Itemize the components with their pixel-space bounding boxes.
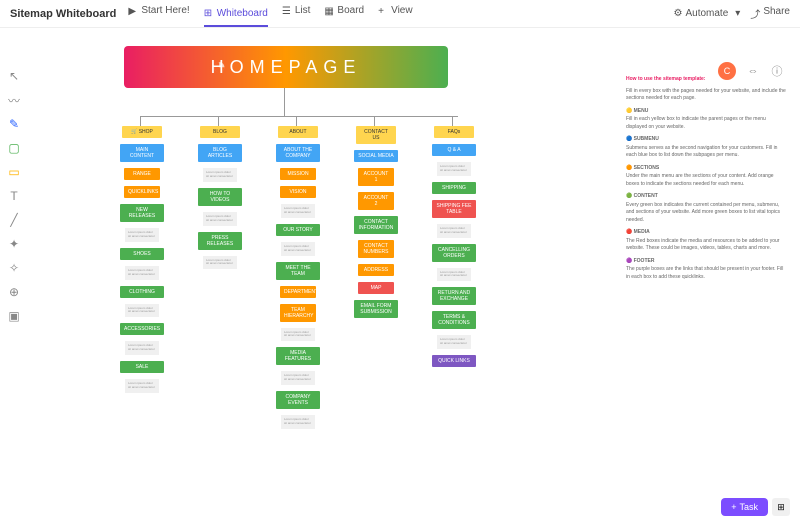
frame-tool[interactable]: ✧: [6, 260, 22, 276]
shop-new[interactable]: NEW RELEASES: [120, 204, 164, 222]
about-team[interactable]: MEET THE TEAM: [276, 262, 320, 280]
note: Lorem ipsum dolor sit amet consectetur: [281, 371, 315, 385]
contact-info[interactable]: CONTACT INFORMATION: [354, 216, 398, 234]
about-vision[interactable]: VISION: [280, 186, 316, 198]
note: Lorem ipsum dolor sit amet consectetur: [437, 335, 471, 349]
tab-whiteboard[interactable]: ⊞Whiteboard: [204, 8, 268, 27]
note: Lorem ipsum dolor sit amet consectetur: [125, 341, 159, 355]
tab-start[interactable]: ▶Start Here!: [128, 5, 189, 22]
shop-clothing[interactable]: CLOTHING: [120, 286, 164, 298]
note: Lorem ipsum dolor sit amet consectetur: [281, 204, 315, 218]
fit-icon[interactable]: ⇔: [744, 62, 762, 80]
share-button[interactable]: ⤴Share: [750, 6, 790, 21]
contact-map[interactable]: MAP: [358, 282, 394, 294]
web-tool[interactable]: ⊕: [6, 284, 22, 300]
info-icon[interactable]: ⓘ: [768, 62, 786, 80]
shop-quicklinks[interactable]: QUICKLINKS: [124, 186, 160, 198]
about-dept[interactable]: DEPARTMENTS: [280, 286, 316, 298]
faq-return[interactable]: RETURN AND EXCHANGE: [432, 287, 476, 305]
shape-tool[interactable]: ▢: [6, 140, 22, 156]
text-tool[interactable]: T: [6, 188, 22, 204]
sticky-tool[interactable]: ▭: [6, 164, 22, 180]
about-story[interactable]: OUR STORY: [276, 224, 320, 236]
contact-email[interactable]: EMAIL FORM SUBMISSION: [354, 300, 398, 318]
sub-shop[interactable]: MAIN CONTENT: [120, 144, 164, 162]
note: Lorem ipsum dolor sit amet consectetur: [281, 242, 315, 256]
contact-a2[interactable]: ACCOUNT 2: [358, 192, 394, 210]
cursor-tool[interactable]: ↖: [6, 68, 22, 84]
about-mission[interactable]: MISSION: [280, 168, 316, 180]
shop-acc[interactable]: ACCESSORIES: [120, 323, 164, 335]
image-tool[interactable]: ▣: [6, 308, 22, 324]
note: Lorem ipsum dolor sit amet consectetur: [125, 304, 159, 318]
contact-num[interactable]: CONTACT NUMBERS: [358, 240, 394, 258]
user-avatar[interactable]: C: [718, 62, 736, 80]
menu-about[interactable]: ABOUT: [278, 126, 318, 138]
shop-sale[interactable]: SALE: [120, 361, 164, 373]
faq-terms[interactable]: TERMS & CONDITIONS: [432, 311, 476, 329]
note: Lorem ipsum dolor sit amet consectetur: [125, 228, 159, 242]
faq-quick[interactable]: QUICK LINKS: [432, 355, 476, 367]
automate-button[interactable]: ⚙Automate▾: [674, 8, 741, 19]
whiteboard-canvas[interactable]: HOMEPAGE 🛒 SHOP MAIN CONTENT RANGE QUICK…: [28, 28, 800, 526]
about-media[interactable]: MEDIA FEATURES: [276, 347, 320, 365]
menu-faqs[interactable]: FAQs: [434, 126, 474, 138]
menu-contact[interactable]: CONTACT US: [356, 126, 396, 144]
legend-panel: How to use the sitemap template: Fill in…: [626, 76, 788, 286]
task-button[interactable]: +Task: [721, 498, 768, 516]
note: Lorem ipsum dolor sit amet consectetur: [203, 212, 237, 226]
blog-press[interactable]: PRESS RELEASES: [198, 232, 242, 250]
note: Lorem ipsum dolor sit amet consectetur: [203, 168, 237, 182]
tab-board[interactable]: ▦Board: [324, 5, 364, 22]
faq-cancel[interactable]: CANCELLING ORDERS: [432, 244, 476, 262]
blog-howto[interactable]: HOW TO VIDEOS: [198, 188, 242, 206]
note: Lorem ipsum dolor sit amet consectetur: [437, 224, 471, 238]
sub-blog[interactable]: BLOG ARTICLES: [198, 144, 242, 162]
note: Lorem ipsum dolor sit amet consectetur: [125, 379, 159, 393]
sub-about[interactable]: ABOUT THE COMPANY: [276, 144, 320, 162]
sub-faqs[interactable]: Q & A: [432, 144, 476, 156]
note: Lorem ipsum dolor sit amet consectetur: [281, 415, 315, 429]
pen-tool[interactable]: ✎: [6, 116, 22, 132]
sub-contact[interactable]: SOCIAL MEDIA: [354, 150, 398, 162]
connector-tool[interactable]: ╱: [6, 212, 22, 228]
about-hier[interactable]: TEAM HIERARCHY: [280, 304, 316, 322]
faq-shiptable[interactable]: SHIPPING FEE TABLE: [432, 200, 476, 218]
apps-button[interactable]: ⊞: [772, 498, 790, 516]
note: Lorem ipsum dolor sit amet consectetur: [125, 266, 159, 280]
shop-shoes[interactable]: SHOES: [120, 248, 164, 260]
contact-a1[interactable]: ACCOUNT 1: [358, 168, 394, 186]
stamp-tool[interactable]: ✦: [6, 236, 22, 252]
page-title: Sitemap Whiteboard: [10, 8, 116, 20]
menu-shop[interactable]: 🛒 SHOP: [122, 126, 162, 138]
faq-ship[interactable]: SHIPPING: [432, 182, 476, 194]
menu-blog[interactable]: BLOG: [200, 126, 240, 138]
lasso-tool[interactable]: 〰: [6, 92, 22, 108]
contact-addr[interactable]: ADDRESS: [358, 264, 394, 276]
homepage-banner[interactable]: HOMEPAGE: [124, 46, 448, 88]
note: Lorem ipsum dolor sit amet consectetur: [437, 162, 471, 176]
tab-view[interactable]: +View: [378, 5, 413, 22]
note: Lorem ipsum dolor sit amet consectetur: [203, 256, 237, 270]
shop-range[interactable]: RANGE: [124, 168, 160, 180]
note: Lorem ipsum dolor sit amet consectetur: [437, 268, 471, 282]
tab-list[interactable]: ☰List: [282, 5, 311, 22]
note: Lorem ipsum dolor sit amet consectetur: [281, 328, 315, 342]
about-events[interactable]: COMPANY EVENTS: [276, 391, 320, 409]
